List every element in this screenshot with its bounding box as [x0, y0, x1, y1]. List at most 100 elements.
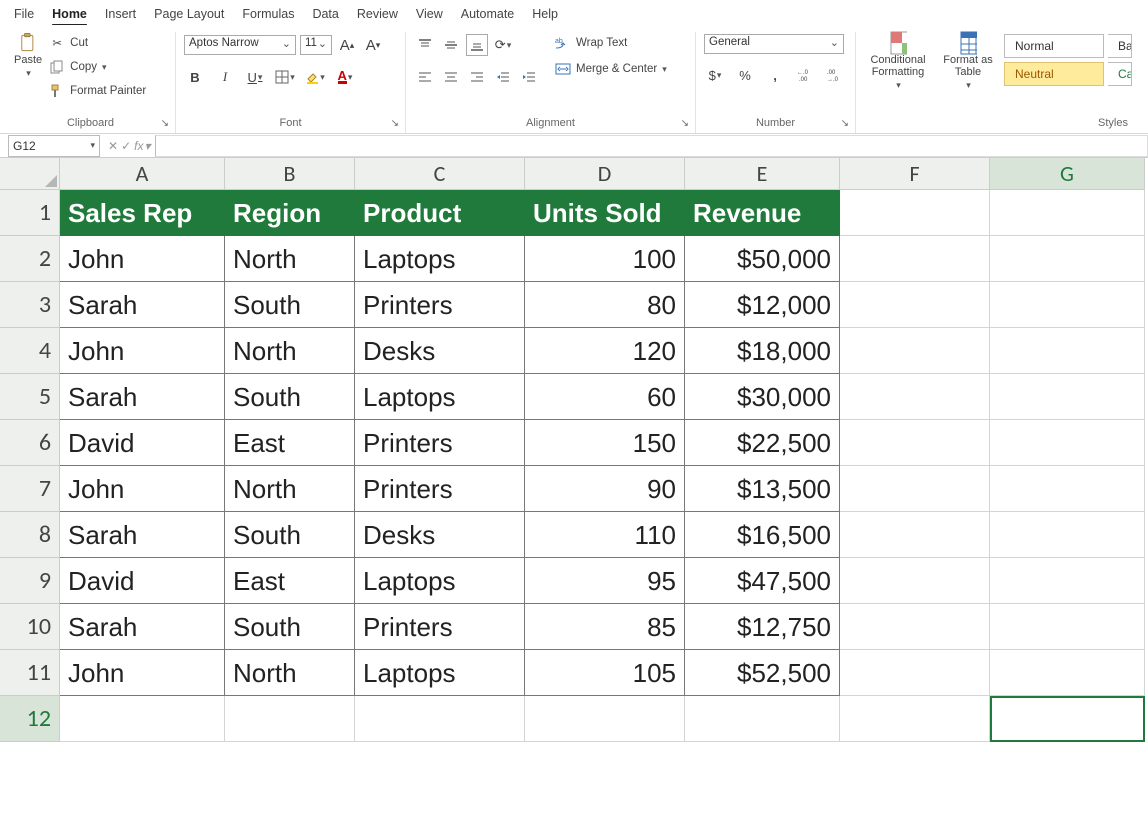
- align-left-icon[interactable]: [414, 66, 436, 88]
- table-cell[interactable]: Laptops: [355, 650, 525, 696]
- table-cell[interactable]: East: [225, 558, 355, 604]
- decrease-decimal-icon[interactable]: .00→.0: [824, 64, 846, 86]
- table-cell[interactable]: $47,500: [685, 558, 840, 604]
- cell[interactable]: [840, 512, 990, 558]
- cell[interactable]: [990, 604, 1145, 650]
- table-cell[interactable]: Printers: [355, 604, 525, 650]
- copy-button[interactable]: Copy ▾: [48, 58, 146, 76]
- table-cell[interactable]: 150: [525, 420, 685, 466]
- table-cell[interactable]: North: [225, 236, 355, 282]
- format-painter-button[interactable]: Format Painter: [48, 82, 146, 100]
- cell[interactable]: [990, 236, 1145, 282]
- cell[interactable]: [840, 328, 990, 374]
- row-header[interactable]: 4: [0, 328, 60, 374]
- table-cell[interactable]: $12,750: [685, 604, 840, 650]
- cell[interactable]: [840, 558, 990, 604]
- column-header[interactable]: D: [525, 158, 685, 190]
- table-cell[interactable]: $12,000: [685, 282, 840, 328]
- column-header[interactable]: E: [685, 158, 840, 190]
- table-cell[interactable]: North: [225, 650, 355, 696]
- table-header-cell[interactable]: Revenue: [685, 190, 840, 236]
- menu-tab-review[interactable]: Review: [357, 7, 398, 21]
- align-bottom-icon[interactable]: [466, 34, 488, 56]
- column-header[interactable]: A: [60, 158, 225, 190]
- increase-font-icon[interactable]: A▴: [336, 34, 358, 56]
- dialog-launcher-icon[interactable]: ↘: [841, 118, 849, 129]
- table-cell[interactable]: $22,500: [685, 420, 840, 466]
- cell[interactable]: [840, 236, 990, 282]
- table-cell[interactable]: $18,000: [685, 328, 840, 374]
- table-cell[interactable]: 105: [525, 650, 685, 696]
- cut-button[interactable]: ✂ Cut: [48, 34, 146, 52]
- row-header[interactable]: 12: [0, 696, 60, 742]
- menu-tab-home[interactable]: Home: [52, 7, 87, 21]
- table-cell[interactable]: Sarah: [60, 512, 225, 558]
- table-header-cell[interactable]: Units Sold: [525, 190, 685, 236]
- row-header[interactable]: 5: [0, 374, 60, 420]
- cell[interactable]: [60, 696, 225, 742]
- bold-button[interactable]: B: [184, 66, 206, 88]
- table-cell[interactable]: Sarah: [60, 374, 225, 420]
- paste-button[interactable]: Paste ▾: [14, 34, 42, 79]
- cell[interactable]: [990, 328, 1145, 374]
- number-format-combo[interactable]: General: [704, 34, 844, 54]
- table-cell[interactable]: David: [60, 558, 225, 604]
- table-cell[interactable]: Desks: [355, 512, 525, 558]
- font-color-button[interactable]: A▾: [334, 66, 356, 88]
- select-all-corner[interactable]: [0, 158, 60, 190]
- table-cell[interactable]: 80: [525, 282, 685, 328]
- cell[interactable]: [990, 190, 1145, 236]
- cell[interactable]: [840, 420, 990, 466]
- table-cell[interactable]: John: [60, 650, 225, 696]
- cancel-edit-icon[interactable]: ✕: [108, 139, 118, 153]
- name-box[interactable]: G12▾: [8, 135, 100, 157]
- cell[interactable]: [990, 650, 1145, 696]
- table-cell[interactable]: East: [225, 420, 355, 466]
- conditional-formatting-button[interactable]: Conditional Formatting▾: [864, 34, 932, 91]
- formula-input[interactable]: [155, 135, 1148, 157]
- increase-decimal-icon[interactable]: ←.0.00: [794, 64, 816, 86]
- dialog-launcher-icon[interactable]: ↘: [391, 118, 399, 129]
- font-name-combo[interactable]: Aptos Narrow: [184, 35, 296, 55]
- cell[interactable]: [990, 466, 1145, 512]
- align-right-icon[interactable]: [466, 66, 488, 88]
- table-cell[interactable]: 85: [525, 604, 685, 650]
- menu-tab-automate[interactable]: Automate: [461, 7, 515, 21]
- column-header[interactable]: F: [840, 158, 990, 190]
- table-header-cell[interactable]: Region: [225, 190, 355, 236]
- confirm-edit-icon[interactable]: ✓: [121, 139, 131, 153]
- table-cell[interactable]: $16,500: [685, 512, 840, 558]
- table-cell[interactable]: Laptops: [355, 558, 525, 604]
- cell-style-extra[interactable]: Ca: [1108, 62, 1132, 86]
- table-cell[interactable]: North: [225, 466, 355, 512]
- table-cell[interactable]: John: [60, 328, 225, 374]
- column-header[interactable]: C: [355, 158, 525, 190]
- cell[interactable]: [840, 650, 990, 696]
- cell[interactable]: [355, 696, 525, 742]
- menu-tab-formulas[interactable]: Formulas: [242, 7, 294, 21]
- table-cell[interactable]: John: [60, 236, 225, 282]
- spreadsheet-grid[interactable]: ABCDEFG1Sales RepRegionProductUnits Sold…: [0, 158, 1148, 742]
- row-header[interactable]: 3: [0, 282, 60, 328]
- table-cell[interactable]: $50,000: [685, 236, 840, 282]
- table-header-cell[interactable]: Product: [355, 190, 525, 236]
- align-middle-icon[interactable]: [440, 34, 462, 56]
- increase-indent-icon[interactable]: [518, 66, 540, 88]
- cell[interactable]: [990, 558, 1145, 604]
- cell[interactable]: [990, 374, 1145, 420]
- cell[interactable]: [840, 696, 990, 742]
- cell[interactable]: [840, 374, 990, 420]
- cell-style-extra[interactable]: Ba: [1108, 34, 1132, 58]
- fill-color-button[interactable]: ▾: [304, 66, 326, 88]
- table-cell[interactable]: Sarah: [60, 282, 225, 328]
- format-as-table-button[interactable]: Format as Table▾: [938, 34, 998, 91]
- wrap-text-button[interactable]: ab Wrap Text: [554, 34, 667, 52]
- column-header[interactable]: G: [990, 158, 1145, 190]
- table-cell[interactable]: South: [225, 604, 355, 650]
- dialog-launcher-icon[interactable]: ↘: [681, 118, 689, 129]
- table-cell[interactable]: $52,500: [685, 650, 840, 696]
- row-header[interactable]: 10: [0, 604, 60, 650]
- cell[interactable]: [525, 696, 685, 742]
- table-cell[interactable]: South: [225, 512, 355, 558]
- accounting-format-button[interactable]: $▾: [704, 64, 726, 86]
